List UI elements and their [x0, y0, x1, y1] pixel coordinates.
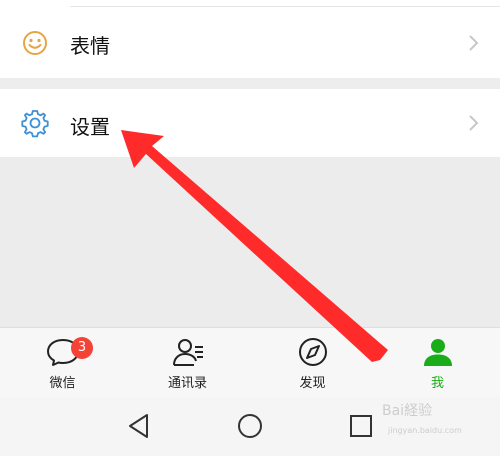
person-icon: [423, 339, 452, 366]
empty-area: [0, 157, 500, 327]
tab-me[interactable]: 我: [375, 328, 500, 398]
watermark-sub: jingyan.baidu.com: [388, 426, 462, 435]
tab-label: 微信: [49, 376, 76, 391]
tab-label: 通讯录: [167, 376, 207, 391]
tab-label: 发现: [299, 376, 326, 391]
bottom-tab-bar: 3 微信 通讯录 发现 我: [0, 327, 500, 398]
tab-label: 我: [430, 376, 444, 391]
smile-icon: [23, 31, 47, 55]
unread-badge: 3: [71, 337, 93, 359]
chevron-right-icon: [469, 35, 479, 51]
recent-square-icon[interactable]: [346, 411, 376, 441]
gear-icon: [21, 110, 49, 138]
menu-item-label: 设置: [70, 115, 110, 139]
chevron-right-icon: [469, 115, 479, 131]
row-divider: [70, 6, 500, 7]
menu-item-label: 表情: [70, 34, 110, 58]
watermark-main: Bai経验: [382, 403, 433, 419]
home-circle-icon[interactable]: [235, 411, 265, 441]
menu-item-sticker[interactable]: 表情: [0, 10, 500, 76]
back-triangle-icon[interactable]: [124, 411, 154, 441]
watermark: Bai経验 jingyan.baidu.com: [382, 400, 492, 440]
tab-discover[interactable]: 发现: [250, 328, 375, 398]
contacts-icon: [172, 339, 203, 366]
tab-chats[interactable]: 3 微信: [0, 328, 125, 398]
tab-contacts[interactable]: 通讯录: [125, 328, 250, 398]
compass-icon: [298, 338, 327, 366]
menu-item-settings[interactable]: 设置: [0, 89, 500, 157]
